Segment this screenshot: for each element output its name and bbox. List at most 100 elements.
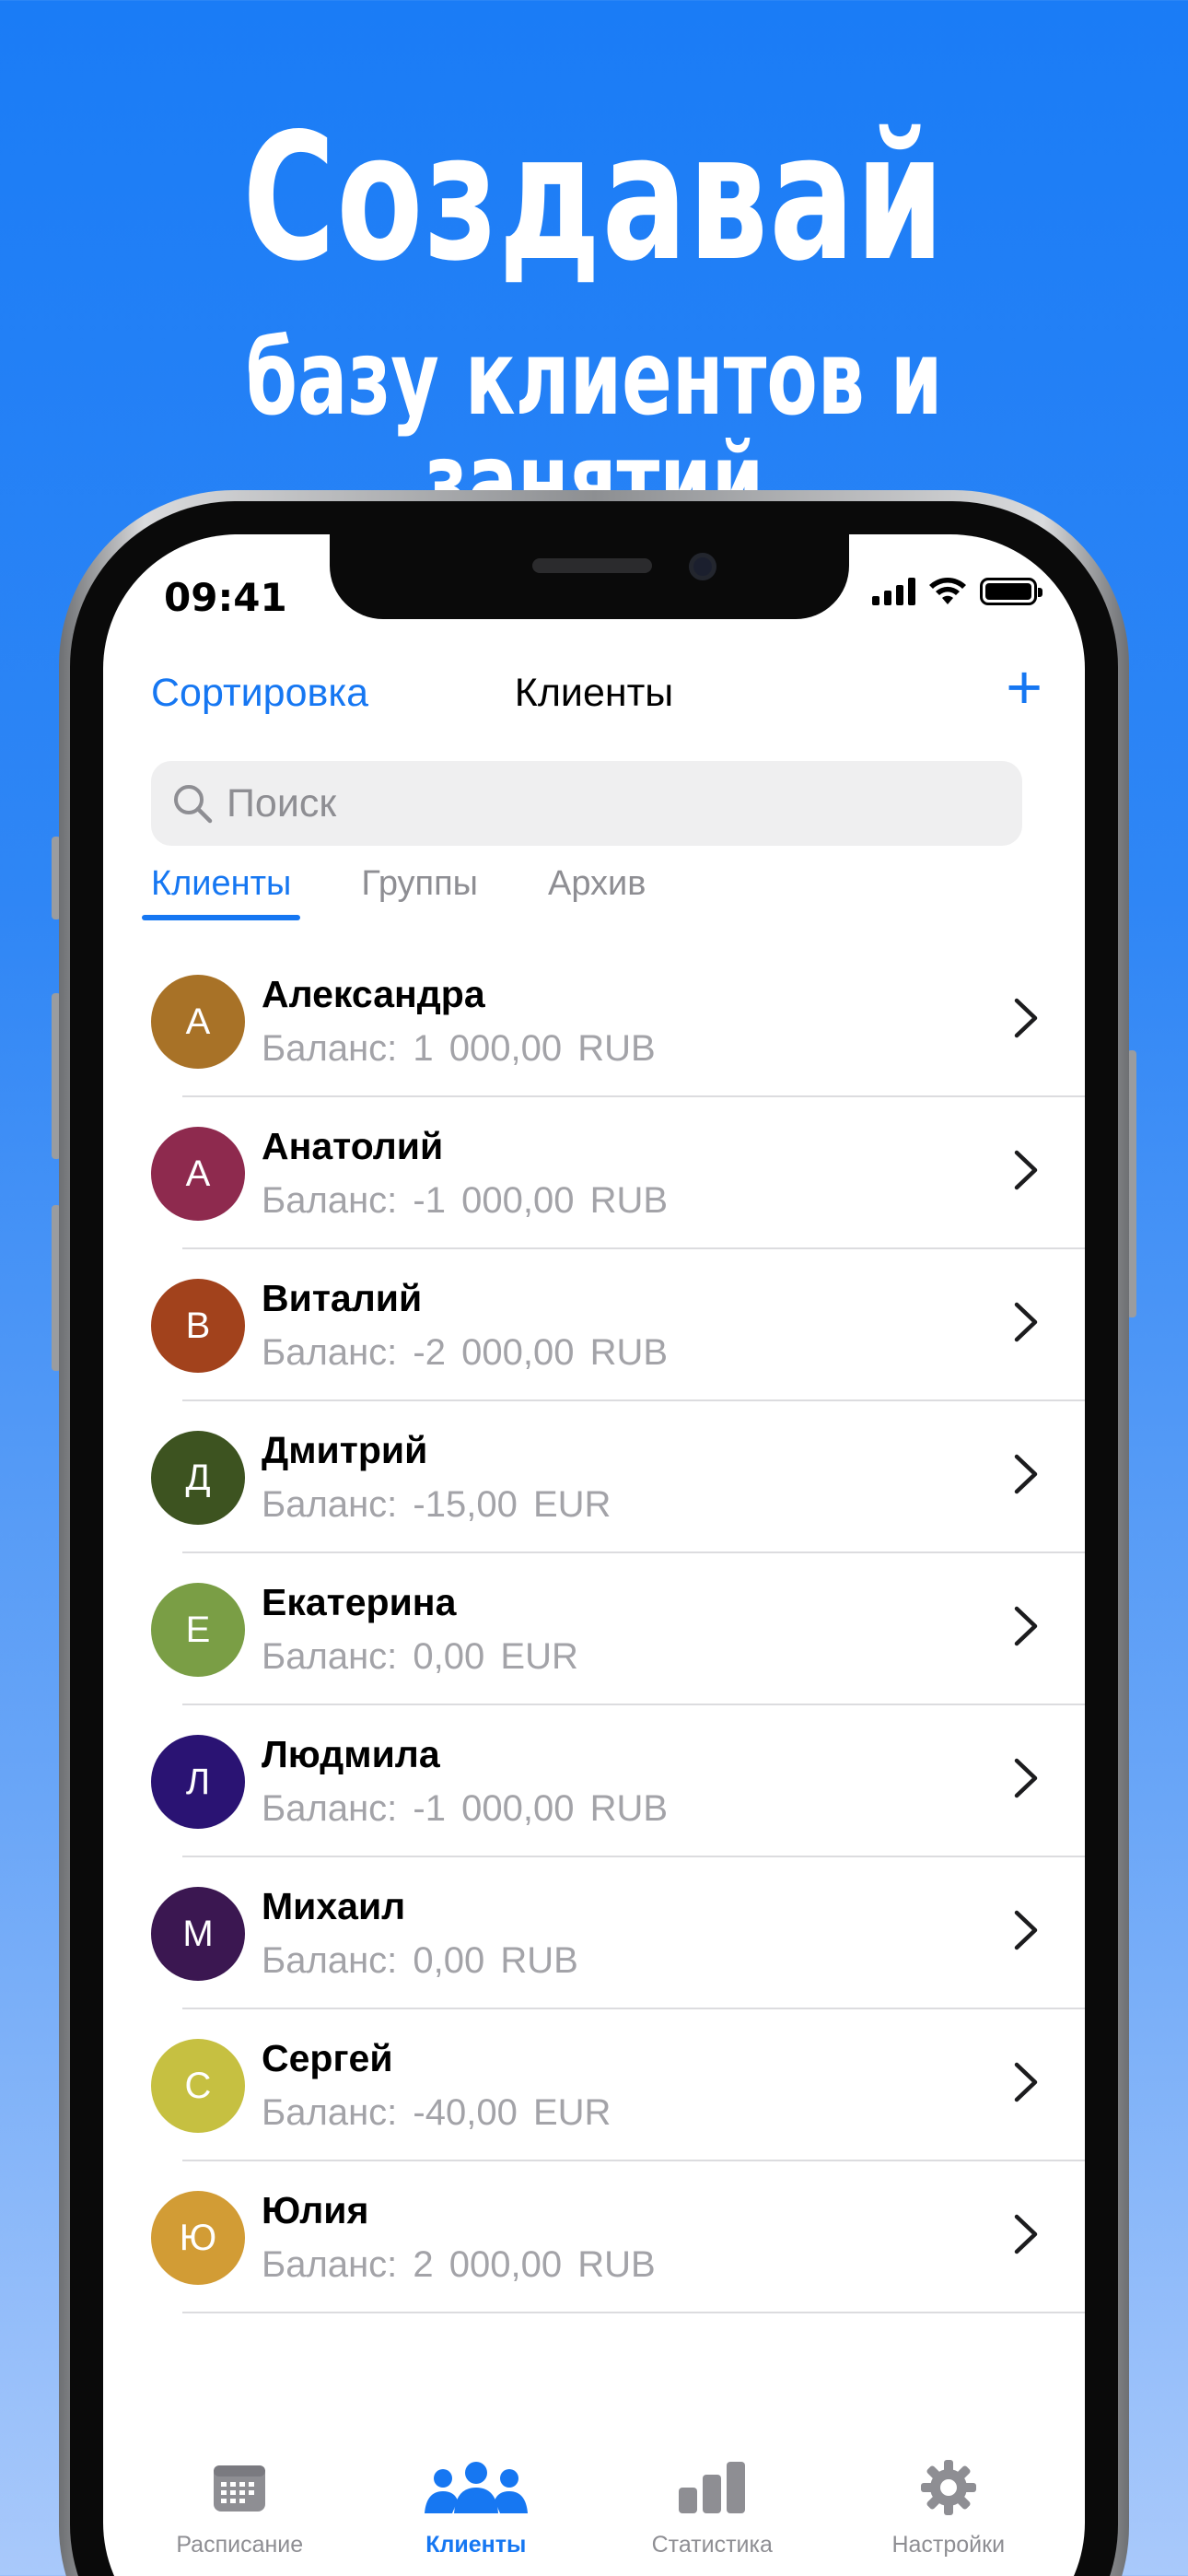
avatar: А [151,1127,245,1221]
client-balance: Баланс: 2 000,00 RUB [262,2244,656,2286]
balance-amount: 0,00 [413,1940,485,1981]
balance-amount: 0,00 [413,1636,485,1677]
status-time: 09:41 [164,575,287,620]
segment-groups[interactable]: Группы [361,864,478,917]
balance-amount: -2 000,00 [413,1332,575,1373]
avatar: Л [151,1735,245,1829]
avatar: Д [151,1431,245,1525]
chevron-right-icon [1014,1150,1038,1190]
client-balance: Баланс: -1 000,00 RUB [262,1180,668,1222]
promo-headline: Создавай [242,96,946,299]
tab-schedule-label: Расписание [176,2532,304,2558]
client-row[interactable]: А Александра Баланс: 1 000,00 RUB [103,945,1085,1097]
client-balance: Баланс: -15,00 EUR [262,1484,611,1526]
chevron-right-icon [1014,1302,1038,1342]
client-row[interactable]: А Анатолий Баланс: -1 000,00 RUB [103,1097,1085,1249]
balance-label: Баланс: [262,2092,398,2133]
avatar: М [151,1887,245,1981]
balance-amount: 2 000,00 [413,2244,563,2285]
balance-label: Баланс: [262,1788,398,1829]
phone-frame: 09:41 Сортировка Клиенты + Поиск Клиенты… [59,490,1129,2576]
balance-label: Баланс: [262,2244,398,2285]
tab-clients[interactable]: Клиенты [375,2456,577,2576]
client-name: Екатерина [262,1581,457,1623]
gear-icon [920,2460,976,2515]
balance-currency: RUB [589,1788,669,1829]
balance-currency: RUB [589,1180,669,1221]
client-row[interactable]: Д Дмитрий Баланс: -15,00 EUR [103,1401,1085,1553]
tab-statistics[interactable]: Статистика [611,2456,813,2576]
add-client-button[interactable]: + [1006,656,1042,719]
page-title: Клиенты [514,671,674,715]
client-row[interactable]: Л Людмила Баланс: -1 000,00 RUB [103,1705,1085,1857]
segment-archive[interactable]: Архив [548,864,646,917]
wifi-icon [929,578,966,604]
segment-clients[interactable]: Клиенты [141,864,301,920]
tab-bar: Расписание Клиенты Статистика Настройки [103,2456,1085,2576]
chart-icon [679,2462,746,2513]
speaker-grille [532,558,652,573]
chevron-right-icon [1014,2062,1038,2102]
chevron-right-icon [1014,998,1038,1038]
search-input[interactable] [227,780,871,826]
client-row[interactable]: Ю Юлия Баланс: 2 000,00 RUB [103,2161,1085,2313]
balance-currency: RUB [577,2244,656,2285]
avatar: Е [151,1583,245,1677]
battery-icon [980,578,1042,605]
balance-amount: -15,00 [413,1484,518,1525]
balance-label: Баланс: [262,1636,398,1677]
client-list: А Александра Баланс: 1 000,00 RUB А Анатолий… [103,945,1085,2313]
balance-amount: -40,00 [413,2092,518,2133]
client-name: Юлия [262,2189,369,2231]
client-row[interactable]: М Михаил Баланс: 0,00 RUB [103,1857,1085,2009]
row-divider [182,2312,1085,2313]
client-name: Сергей [262,2037,393,2079]
balance-currency: EUR [532,1484,611,1525]
balance-currency: RUB [577,1028,656,1069]
client-name: Виталий [262,1277,423,1319]
balance-currency: EUR [532,2092,611,2133]
front-camera [689,553,716,580]
search-icon [174,785,213,824]
calendar-icon [214,2465,266,2512]
tab-settings[interactable]: Настройки [847,2456,1050,2576]
tab-schedule[interactable]: Расписание [138,2456,341,2576]
cellular-signal-icon [872,578,915,605]
tab-clients-label: Клиенты [425,2532,527,2558]
client-name: Людмила [262,1733,440,1775]
client-name: Дмитрий [262,1429,428,1471]
avatar: С [151,2039,245,2133]
balance-label: Баланс: [262,1180,398,1221]
chevron-right-icon [1014,2214,1038,2254]
phone-bezel: 09:41 Сортировка Клиенты + Поиск Клиенты… [70,501,1118,2576]
client-balance: Баланс: 0,00 RUB [262,1940,578,1982]
balance-label: Баланс: [262,1028,398,1069]
client-row[interactable]: С Сергей Баланс: -40,00 EUR [103,2009,1085,2161]
chevron-right-icon [1014,1758,1038,1798]
balance-label: Баланс: [262,1484,398,1525]
client-balance: Баланс: -40,00 EUR [262,2092,611,2134]
chevron-right-icon [1014,1910,1038,1950]
phone-screen: 09:41 Сортировка Клиенты + Поиск Клиенты… [103,534,1085,2576]
status-icons [872,577,1042,606]
avatar: Ю [151,2191,245,2285]
client-balance: Баланс: -2 000,00 RUB [262,1332,668,1374]
chevron-right-icon [1014,1454,1038,1494]
client-name: Михаил [262,1885,406,1927]
client-row[interactable]: Е Екатерина Баланс: 0,00 EUR [103,1553,1085,1705]
tab-statistics-label: Статистика [651,2532,773,2558]
balance-amount: -1 000,00 [413,1788,575,1829]
balance-label: Баланс: [262,1940,398,1981]
notch [330,534,849,619]
tab-settings-label: Настройки [891,2532,1006,2558]
avatar: В [151,1279,245,1373]
chevron-right-icon [1014,1606,1038,1646]
search-bar[interactable] [151,761,1022,846]
avatar: А [151,975,245,1069]
client-balance: Баланс: -1 000,00 RUB [262,1788,668,1830]
people-icon [424,2462,528,2513]
client-row[interactable]: В Виталий Баланс: -2 000,00 RUB [103,1249,1085,1401]
balance-amount: -1 000,00 [413,1180,575,1221]
balance-currency: EUR [500,1636,578,1677]
client-balance: Баланс: 0,00 EUR [262,1636,578,1678]
